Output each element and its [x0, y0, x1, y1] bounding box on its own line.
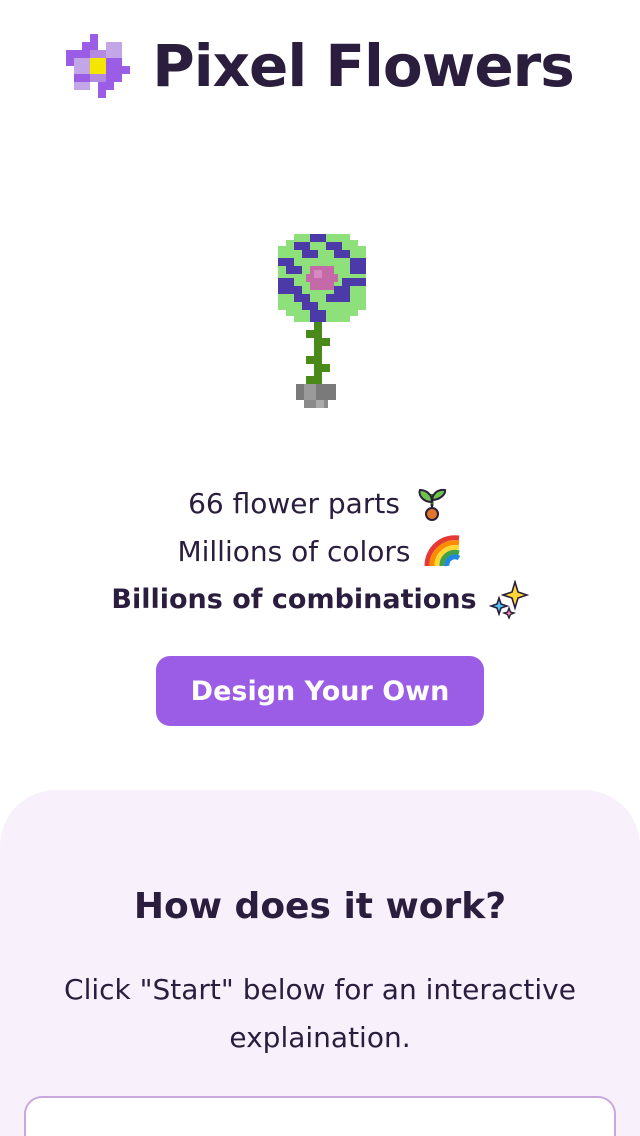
seedling-emoji-icon — [418, 488, 446, 521]
page: Pixel Flowers 66 flower parts Millions o… — [0, 0, 640, 1136]
pixel-flower-logo-icon — [66, 34, 131, 98]
how-it-works-description: Click "Start" below for an interactive e… — [64, 973, 576, 1054]
feature-colors-text: Millions of colors — [177, 535, 411, 568]
site-title: Pixel Flowers — [152, 32, 575, 100]
site-header: Pixel Flowers — [0, 26, 640, 106]
feature-flower-parts-text: 66 flower parts — [188, 487, 400, 520]
rainbow-emoji-icon — [424, 535, 460, 567]
feature-combinations-text: Billions of combinations — [111, 584, 477, 615]
feature-list: 66 flower parts Millions of colors Billi… — [0, 480, 640, 624]
design-your-own-button[interactable]: Design Your Own — [156, 656, 484, 726]
how-it-works-title: How does it work? — [133, 886, 507, 927]
feature-combinations: Billions of combinations — [0, 576, 640, 624]
feature-flower-parts: 66 flower parts — [0, 480, 640, 528]
pixel-flower-illustration — [270, 230, 370, 410]
how-it-works-section: How does it work? Click "Start" below fo… — [0, 790, 640, 1136]
sparkles-emoji-icon — [488, 580, 529, 620]
interactive-demo-box[interactable] — [24, 1096, 616, 1136]
feature-colors: Millions of colors — [0, 528, 640, 576]
